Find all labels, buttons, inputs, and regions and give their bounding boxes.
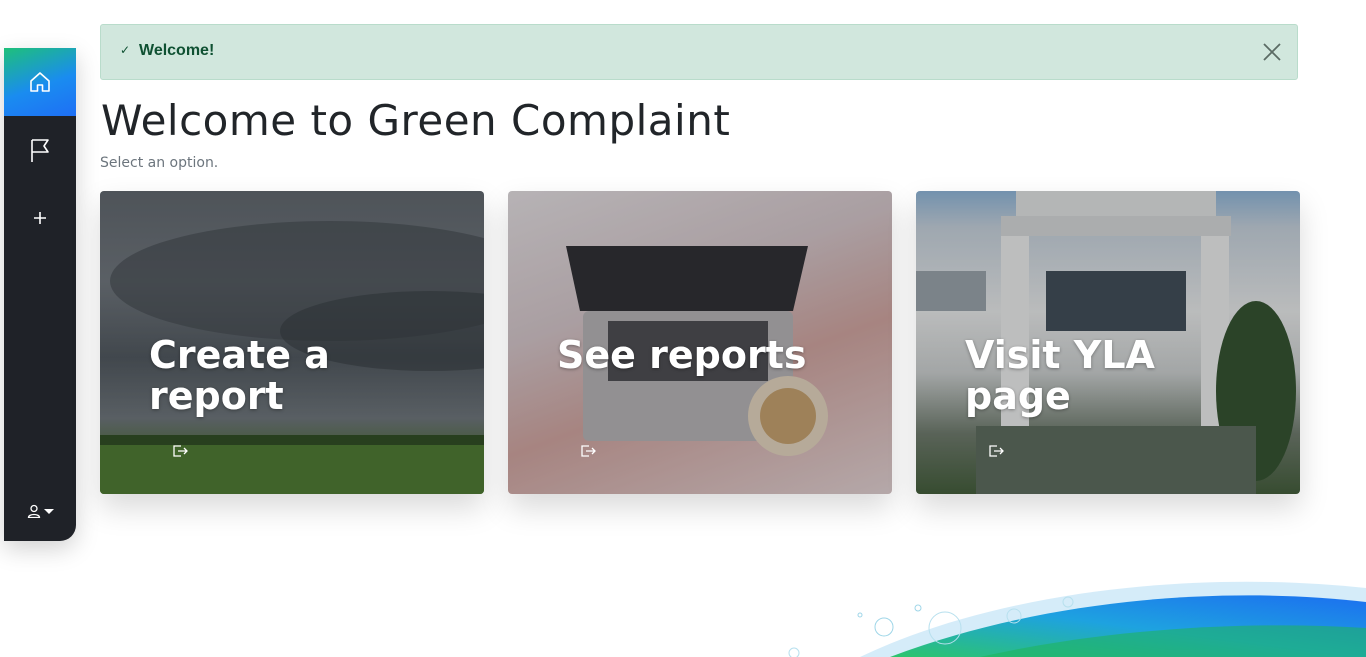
- sign-out-icon[interactable]: [172, 444, 188, 458]
- sidebar-item-create[interactable]: [4, 184, 76, 252]
- flag-icon: [31, 139, 49, 162]
- user-icon: [27, 504, 40, 518]
- user-menu-dropdown[interactable]: [4, 491, 76, 531]
- home-icon: [30, 72, 50, 92]
- card-title: See reports: [557, 333, 807, 377]
- card-title: Visit YLA page: [965, 333, 1155, 418]
- page-title: Welcome to Green Complaint: [101, 96, 731, 145]
- plus-icon: [34, 212, 46, 224]
- create-report-card[interactable]: Create a report: [100, 191, 484, 494]
- decorative-wave: [788, 581, 1366, 657]
- page-subtitle: Select an option.: [100, 155, 219, 171]
- sidebar-nav: [4, 48, 76, 541]
- visit-yla-card[interactable]: Visit YLA page: [916, 191, 1300, 494]
- sign-out-icon[interactable]: [580, 444, 596, 458]
- welcome-alert: ✓ Welcome!: [100, 24, 1298, 80]
- sidebar-item-reports[interactable]: [4, 116, 76, 184]
- sign-out-icon[interactable]: [988, 444, 1004, 458]
- sidebar-item-home[interactable]: [4, 48, 76, 116]
- see-reports-card[interactable]: See reports: [508, 191, 892, 494]
- check-icon: ✓: [120, 43, 131, 57]
- card-title: Create a report: [149, 333, 330, 418]
- chevron-down-icon: [43, 508, 54, 514]
- close-icon[interactable]: [1261, 41, 1283, 63]
- alert-message: Welcome!: [139, 42, 215, 59]
